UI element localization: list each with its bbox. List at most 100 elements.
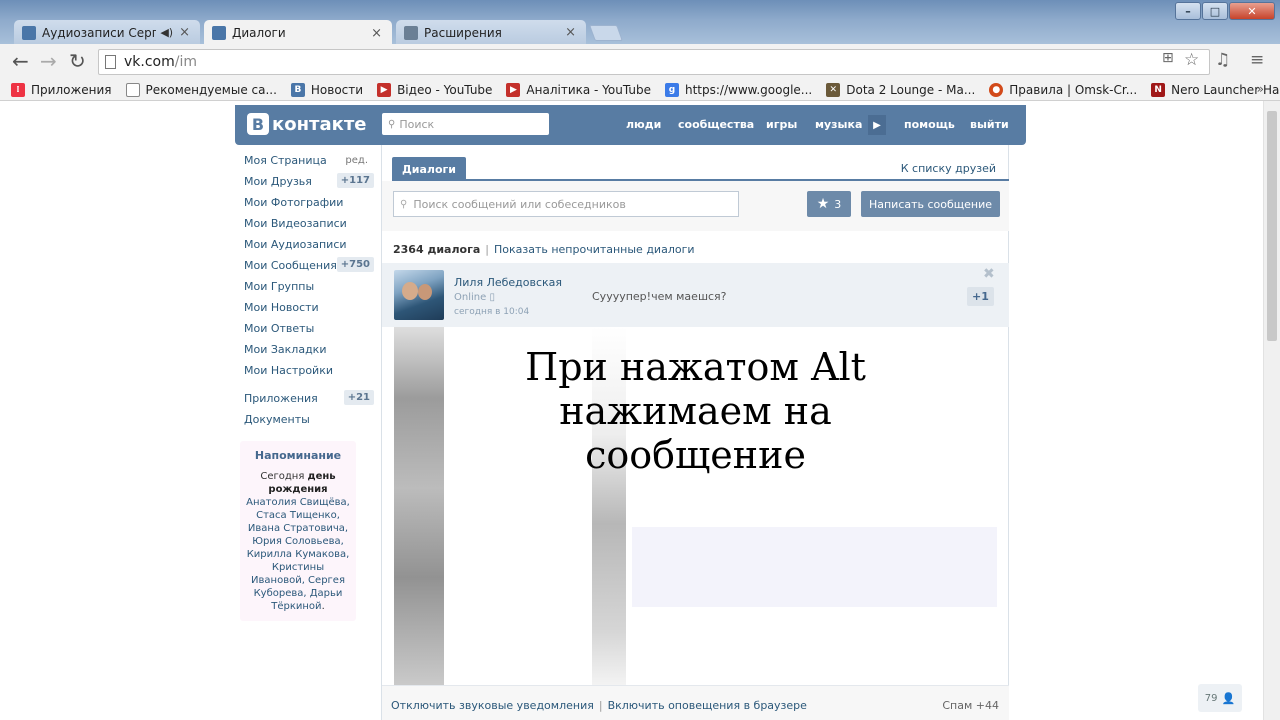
close-icon[interactable]: ✖ (983, 266, 995, 282)
person-icon: 👤 (1221, 691, 1236, 705)
bookmark-apps[interactable]: ⁞ Приложения (11, 82, 112, 97)
nav-communities[interactable]: сообщества (678, 118, 754, 131)
new-tab-button[interactable] (589, 25, 623, 41)
reminder-prefix: Сегодня (260, 471, 308, 482)
vk-icon: B (290, 82, 305, 97)
disable-sound-link[interactable]: Отключить звуковые уведомления (391, 699, 594, 712)
vk-favicon-icon (212, 26, 226, 40)
menu-label: Моя Страница (244, 154, 327, 167)
apps-grid-icon: ⁞ (11, 82, 25, 97)
bookmark-dota[interactable]: ✕ Dota 2 Lounge - Ма... (826, 82, 975, 97)
menu-documents[interactable]: Документы (244, 409, 376, 430)
reminder-names[interactable]: Анатолия Свищёва, Стаса Тищенко, Ивана С… (246, 497, 350, 612)
reload-icon[interactable]: ↻ (69, 51, 86, 71)
avatar-face (418, 284, 432, 300)
close-icon[interactable]: × (565, 25, 576, 40)
nav-logout[interactable]: выйти (970, 118, 1009, 131)
online-counter[interactable]: 79 👤 (1198, 684, 1242, 712)
menu-icon[interactable]: ≡ (1250, 50, 1264, 70)
music-play-icon[interactable]: ▶ (868, 115, 886, 135)
message-search-input[interactable]: ⚲ Поиск сообщений или собеседников (393, 191, 739, 217)
menu-news[interactable]: Мои Новости (244, 297, 376, 318)
scroll-thumb[interactable] (1267, 111, 1277, 341)
tab-audio[interactable]: Аудиозаписи Сергея ◀) × (14, 20, 200, 45)
menu-label: Приложения (244, 392, 318, 405)
maximize-button[interactable]: □ (1202, 2, 1228, 20)
bookmark-google[interactable]: g https://www.google... (664, 82, 812, 97)
dialogs-summary: 2364 диалога | Показать непрочитанные диал… (393, 243, 695, 256)
spam-link[interactable]: Спам +44 (942, 699, 999, 712)
bookmark-omsk[interactable]: ● Правила | Omsk-Cr... (989, 82, 1137, 97)
bookmark-youtube-analytics[interactable]: ▶ Аналітика - YouTube (506, 82, 651, 97)
bookmark-label: Приложения (31, 82, 112, 97)
write-message-button[interactable]: Написать сообщение (861, 191, 1000, 217)
enable-browser-notify-link[interactable]: Включить оповещения в браузере (608, 699, 807, 712)
nav-help[interactable]: помощь (904, 118, 955, 131)
url-host: vk.com (124, 54, 175, 70)
bookmark-recommended[interactable]: Рекомендуемые са... (125, 82, 277, 97)
menu-label: Мои Настройки (244, 364, 333, 377)
puzzle-icon (404, 25, 418, 40)
avatar[interactable] (394, 270, 444, 320)
dialogs-count: 2364 диалога (393, 243, 481, 256)
online-count: 79 (1204, 692, 1218, 704)
browser-toolbar: ← → ↻ vk.com/im ⊞ ☆ ♫ ≡ (0, 44, 1280, 79)
bookmark-youtube-video[interactable]: ▶ Відео - YouTube (377, 82, 492, 97)
friends-list-link[interactable]: К списку друзей (901, 162, 996, 175)
menu-audio[interactable]: Мои Аудиозаписи (244, 234, 376, 255)
menu-photos[interactable]: Мои Фотографии (244, 192, 376, 213)
nav-games[interactable]: игры (766, 118, 797, 131)
minimize-button[interactable]: – (1175, 2, 1201, 20)
vk-favicon-icon (22, 25, 36, 40)
nav-people[interactable]: люди (626, 118, 661, 131)
menu-settings[interactable]: Мои Настройки (244, 360, 376, 381)
starred-count: 3 (834, 197, 842, 211)
unread-badge: +1 (967, 287, 994, 306)
close-icon[interactable]: × (371, 26, 382, 41)
back-arrow-icon[interactable]: ← (12, 51, 29, 71)
dialog-name[interactable]: Лиля Лебедовская (454, 276, 562, 289)
bookmarks-more-button[interactable]: » (1257, 82, 1264, 96)
page-viewport: В контакте ⚲ Поиск люди сообщества игры … (0, 101, 1280, 720)
forward-arrow-icon[interactable]: → (40, 51, 57, 71)
show-unread-link[interactable]: Показать непрочитанные диалоги (494, 243, 695, 256)
address-bar[interactable]: vk.com/im (98, 49, 1210, 75)
vk-search-input[interactable]: ⚲ Поиск (382, 113, 549, 135)
tab-label: Аудиозаписи Сергея (42, 25, 157, 40)
starred-button[interactable]: ★ 3 (807, 191, 851, 217)
close-icon[interactable]: × (179, 25, 190, 40)
menu-groups[interactable]: Мои Группы (244, 276, 376, 297)
nav-music[interactable]: музыка (815, 118, 862, 131)
tab-label: Диалоги (232, 26, 286, 40)
menu-apps[interactable]: Приложения +21 (244, 388, 376, 409)
menu-videos[interactable]: Мои Видеозаписи (244, 213, 376, 234)
menu-label: Документы (244, 413, 310, 426)
menu-messages[interactable]: Мои Сообщения +750 (244, 255, 376, 276)
dialogs-footer: Отключить звуковые уведомления | Включить … (382, 685, 1009, 720)
page-scrollbar[interactable] (1263, 101, 1280, 720)
bookmark-news[interactable]: B Новости (290, 82, 363, 97)
overlay-line: сообщение (585, 433, 806, 477)
overlay-line: нажимаем на (559, 389, 832, 433)
tab-extensions[interactable]: Расширения × (396, 20, 586, 45)
vk-logo[interactable]: В контакте (247, 113, 366, 135)
speaker-icon[interactable]: ♫ (1215, 50, 1230, 70)
menu-my-page[interactable]: Моя Страница ред. (244, 150, 376, 171)
menu-friends[interactable]: Мои Друзья +117 (244, 171, 376, 192)
edit-link[interactable]: ред. (345, 155, 368, 166)
translate-icon[interactable]: ⊞ (1162, 50, 1174, 66)
menu-bookmarks[interactable]: Мои Закладки (244, 339, 376, 360)
dialogs-tab[interactable]: Диалоги (392, 157, 466, 181)
menu-label: Мои Друзья (244, 175, 312, 188)
window-close-button[interactable]: ✕ (1229, 2, 1275, 20)
menu-label: Мои Аудиозаписи (244, 238, 347, 251)
menu-answers[interactable]: Мои Ответы (244, 318, 376, 339)
star-icon: ★ (816, 196, 830, 212)
friends-count-badge: +117 (336, 173, 374, 188)
bookmark-star-icon[interactable]: ☆ (1184, 50, 1199, 70)
menu-label: Мои Фотографии (244, 196, 344, 209)
reminder-title: Напоминание (254, 449, 342, 462)
tab-dialogs[interactable]: Диалоги × (204, 20, 392, 46)
dialog-row[interactable]: Лиля Лебедовская Online ▯ сегодня в 10:0… (382, 263, 1009, 327)
dialog-last-message: Суууупер!чем маешся? (592, 290, 727, 303)
